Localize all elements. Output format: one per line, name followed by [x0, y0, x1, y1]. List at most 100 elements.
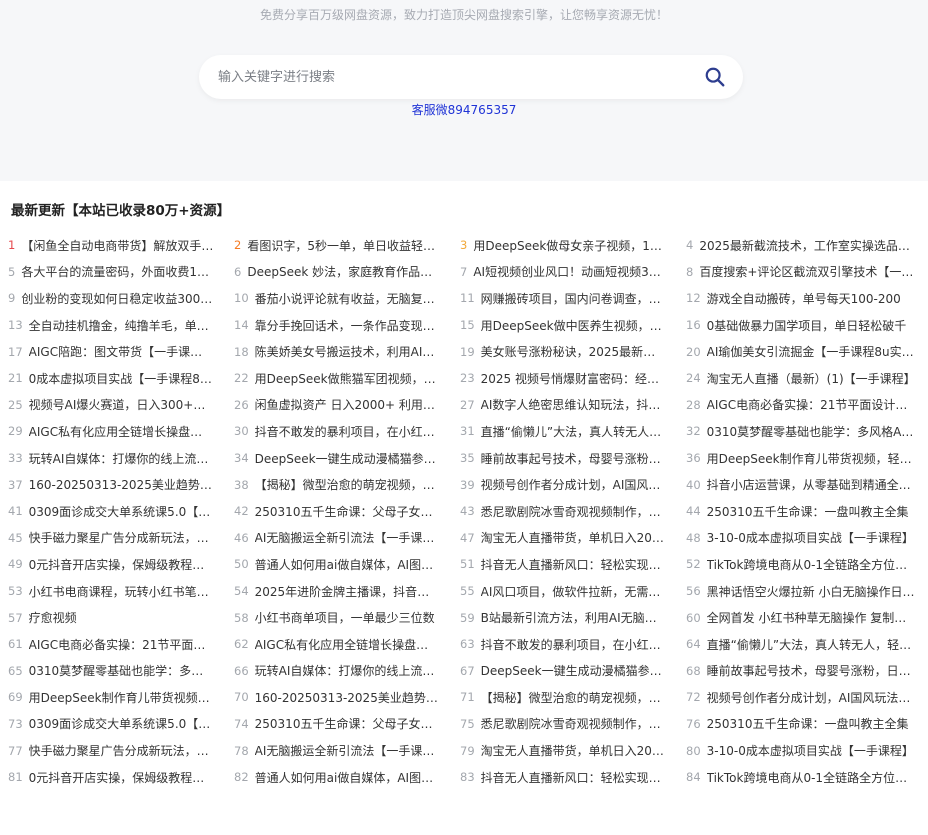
list-item[interactable]: 77 快手磁力聚星广告分成新玩法，单号日入百元: [0, 737, 226, 764]
list-item[interactable]: 64 直播“偷懒儿”大法，真人转无人，轻松开播: [678, 631, 928, 658]
list-item[interactable]: 28 AIGC电商必备实操：21节平面设计课程: [678, 392, 928, 419]
list-item[interactable]: 41 0309面诊成交大单系统课5.0【一手课程】: [0, 498, 226, 525]
search-button[interactable]: [701, 64, 729, 90]
list-item-title: 美女账号涨粉秘诀，2025最新涨粉方法: [480, 345, 666, 360]
list-item-rank: 65: [8, 663, 23, 678]
list-item-rank: 26: [234, 397, 249, 412]
list-item-rank: 54: [234, 584, 249, 599]
list-item[interactable]: 2 看图识字，5秒一单，单日收益轻松破百: [226, 232, 452, 259]
list-item[interactable]: 54 2025年进阶金牌主播课，抖音的流量密码: [226, 578, 452, 605]
list-item[interactable]: 3 用DeepSeek做母女亲子视频，10分钟一条: [452, 232, 678, 259]
list-item-rank: 16: [686, 318, 701, 333]
list-item[interactable]: 21 0成本虚拟项目实战【一手课程8u实战】: [0, 365, 226, 392]
list-item[interactable]: 29 AIGC私有化应用全链增长操盘手实战营: [0, 418, 226, 445]
list-item[interactable]: 10 番茄小说评论就有收益，无脑复制粘贴: [226, 285, 452, 312]
list-item[interactable]: 36 用DeepSeek制作育儿带货视频，轻松出单: [678, 445, 928, 472]
list-item[interactable]: 19 美女账号涨粉秘诀，2025最新涨粉方法: [452, 338, 678, 365]
list-item[interactable]: 69 用DeepSeek制作育儿带货视频，轻松出单: [0, 684, 226, 711]
customer-service-link[interactable]: 客服微894765357: [412, 103, 517, 117]
list-item[interactable]: 57 疗愈视频: [0, 604, 226, 631]
list-item[interactable]: 5 各大平台的流量密码，外面收费1980的课程: [0, 259, 226, 286]
list-item[interactable]: 35 睡前故事起号技术，母婴号涨粉，日入500: [452, 445, 678, 472]
list-item[interactable]: 80 3-10-0成本虚拟项目实战【一手课程】: [678, 737, 928, 764]
list-item[interactable]: 50 普通人如何用ai做自媒体，AI图书变现: [226, 551, 452, 578]
list-item-title: 陈美娇美女号搬运技术，利用AI技术批量: [254, 345, 440, 360]
list-item[interactable]: 82 普通人如何用ai做自媒体，AI图书变现: [226, 764, 452, 791]
list-item[interactable]: 1 【闲鱼全自动电商带货】解放双手的赚钱方法: [0, 232, 226, 259]
list-item[interactable]: 45 快手磁力聚星广告分成新玩法，单号日入百元: [0, 525, 226, 552]
list-item[interactable]: 40 抖音小店运营课，从零基础到精通全流程: [678, 471, 928, 498]
list-item[interactable]: 18 陈美娇美女号搬运技术，利用AI技术批量: [226, 338, 452, 365]
list-item-rank: 24: [686, 371, 701, 386]
list-item[interactable]: 51 抖音无人直播新风口：轻松实现睡后收入: [452, 551, 678, 578]
list-item-title: B站最新引流方法，利用AI无脑引流: [480, 611, 666, 626]
list-item[interactable]: 58 小红书商单项目，一单最少三位数: [226, 604, 452, 631]
list-item[interactable]: 66 玩转AI自媒体：打爆你的线上流量池: [226, 658, 452, 685]
list-item[interactable]: 7 AI短视频创业风口！动画短视频3分钟一条: [452, 259, 678, 286]
list-item[interactable]: 72 视频号创作者分成计划，AI国风玩法揭秘: [678, 684, 928, 711]
list-item[interactable]: 71 【揭秘】微型治愈的萌宠视频，30秒一条: [452, 684, 678, 711]
list-item[interactable]: 39 视频号创作者分成计划，AI国风玩法揭秘: [452, 471, 678, 498]
list-item[interactable]: 27 AI数字人绝密思维认知玩法，抖音快手通用: [452, 392, 678, 419]
list-item[interactable]: 65 0310莫梦醒零基础也能学：多风格AI绘画: [0, 658, 226, 685]
list-item[interactable]: 23 2025 视频号悄爆财富密码：经典老歌: [452, 365, 678, 392]
list-item[interactable]: 20 AI瑜伽美女引流掘金【一手课程8u实战】: [678, 338, 928, 365]
list-item[interactable]: 6 DeepSeek 妙法，家庭教育作品智能生成: [226, 259, 452, 286]
list-item-title: 睡前故事起号技术，母婴号涨粉，日入500: [480, 451, 666, 466]
list-item[interactable]: 22 用DeepSeek做熊猫军团视频，涨粉变现: [226, 365, 452, 392]
list-item[interactable]: 67 DeepSeek一键生成动漫橘猫参加比赛视频: [452, 658, 678, 685]
list-item[interactable]: 53 小红书电商课程，玩转小红书笔记带货: [0, 578, 226, 605]
list-item[interactable]: 75 悉尼歌剧院冰雪奇观视频制作，利用AI工具: [452, 711, 678, 738]
list-item[interactable]: 76 250310五千生命课：一盘叫教主全集: [678, 711, 928, 738]
list-item[interactable]: 24 淘宝无人直播（最新）(1)【一手课程】: [678, 365, 928, 392]
list-item[interactable]: 11 网赚搬砖项目，国内问卷调查，0门槛: [452, 285, 678, 312]
list-item[interactable]: 48 3-10-0成本虚拟项目实战【一手课程】: [678, 525, 928, 552]
list-item[interactable]: 63 抖音不敢发的暴利项目，在小红书疯狂涨粉: [452, 631, 678, 658]
list-item[interactable]: 62 AIGC私有化应用全链增长操盘手实战营: [226, 631, 452, 658]
list-item[interactable]: 14 靠分手挽回话术，一条作品变现5000+: [226, 312, 452, 339]
list-item[interactable]: 26 闲鱼虚拟资产 日入2000+ 利用人性弱点: [226, 392, 452, 419]
list-item[interactable]: 47 淘宝无人直播带货，单机日入200+，可批量: [452, 525, 678, 552]
list-item[interactable]: 9 创业粉的变现如何日稳定收益3000+的方法: [0, 285, 226, 312]
list-item[interactable]: 70 160-20250313-2025美业趋势与私域运营: [226, 684, 452, 711]
list-item[interactable]: 46 AI无脑搬运全新引流法【一手课程】保姆级: [226, 525, 452, 552]
list-item[interactable]: 37 160-20250313-2025美业趋势与私域运营: [0, 471, 226, 498]
list-item[interactable]: 30 抖音不敢发的暴利项目，在小红书疯狂涨粉: [226, 418, 452, 445]
list-item[interactable]: 32 0310莫梦醒零基础也能学：多风格AI绘画: [678, 418, 928, 445]
list-item[interactable]: 84 TikTok跨境电商从0-1全链路全方位教学: [678, 764, 928, 791]
list-item[interactable]: 60 全网首发 小红书种草无脑操作 复制粘贴: [678, 604, 928, 631]
list-item[interactable]: 12 游戏全自动搬砖，单号每天100-200: [678, 285, 928, 312]
list-item[interactable]: 61 AIGC电商必备实操：21节平面设计课程: [0, 631, 226, 658]
list-item[interactable]: 15 用DeepSeek做中医养生视频，零基础上手: [452, 312, 678, 339]
list-item[interactable]: 25 视频号AI爆火赛道，日入300+，新手可做: [0, 392, 226, 419]
list-item[interactable]: 49 0元抖音开店实操，保姆级教程适合新手: [0, 551, 226, 578]
list-item[interactable]: 42 250310五千生命课：父母子女共同成长: [226, 498, 452, 525]
list-item[interactable]: 79 淘宝无人直播带货，单机日入200+，可批量: [452, 737, 678, 764]
list-item-title: AIGC电商必备实操：21节平面设计课程: [28, 637, 214, 652]
list-item[interactable]: 17 AIGC陪跑：图文带货【一手课程8天实战】: [0, 338, 226, 365]
list-item[interactable]: 73 0309面诊成交大单系统课5.0【一手课程】: [0, 711, 226, 738]
list-item[interactable]: 68 睡前故事起号技术，母婴号涨粉，日入500: [678, 658, 928, 685]
list-item[interactable]: 31 直播“偷懒儿”大法，真人转无人，轻松开播: [452, 418, 678, 445]
list-item[interactable]: 38 【揭秘】微型治愈的萌宠视频，30秒一条: [226, 471, 452, 498]
list-item[interactable]: 81 0元抖音开店实操，保姆级教程适合新手: [0, 764, 226, 791]
list-item[interactable]: 43 悉尼歌剧院冰雪奇观视频制作，利用AI工具: [452, 498, 678, 525]
list-item-title: 160-20250313-2025美业趋势与私域运营: [254, 690, 440, 705]
list-item[interactable]: 55 AI风口项目，做软件拉新，无需实名: [452, 578, 678, 605]
list-item[interactable]: 78 AI无脑搬运全新引流法【一手课程】保姆级: [226, 737, 452, 764]
list-item[interactable]: 4 2025最新截流技术，工作室实操选品引流: [678, 232, 928, 259]
list-item[interactable]: 16 0基础做暴力国学项目，单日轻松破千: [678, 312, 928, 339]
list-item-title: 【揭秘】微型治愈的萌宠视频，30秒一条: [480, 690, 666, 705]
list-item[interactable]: 52 TikTok跨境电商从0-1全链路全方位教学: [678, 551, 928, 578]
list-item-title: 3-10-0成本虚拟项目实战【一手课程】: [706, 531, 914, 546]
search-input[interactable]: [199, 55, 689, 99]
list-item[interactable]: 8 百度搜索+评论区截流双引擎技术【一手课程】: [678, 259, 928, 286]
list-item[interactable]: 33 玩转AI自媒体：打爆你的线上流量池: [0, 445, 226, 472]
list-item[interactable]: 56 黑神话悟空火爆拉新 小白无脑操作日入千元: [678, 578, 928, 605]
list-item[interactable]: 59 B站最新引流方法，利用AI无脑引流: [452, 604, 678, 631]
list-item[interactable]: 44 250310五千生命课：一盘叫教主全集: [678, 498, 928, 525]
list-item[interactable]: 13 全自动挂机撸金，纯撸羊毛，单号每天收益: [0, 312, 226, 339]
list-item[interactable]: 34 DeepSeek一键生成动漫橘猫参加比赛视频: [226, 445, 452, 472]
list-item[interactable]: 83 抖音无人直播新风口：轻松实现睡后收入: [452, 764, 678, 791]
list-item[interactable]: 74 250310五千生命课：父母子女共同成长: [226, 711, 452, 738]
